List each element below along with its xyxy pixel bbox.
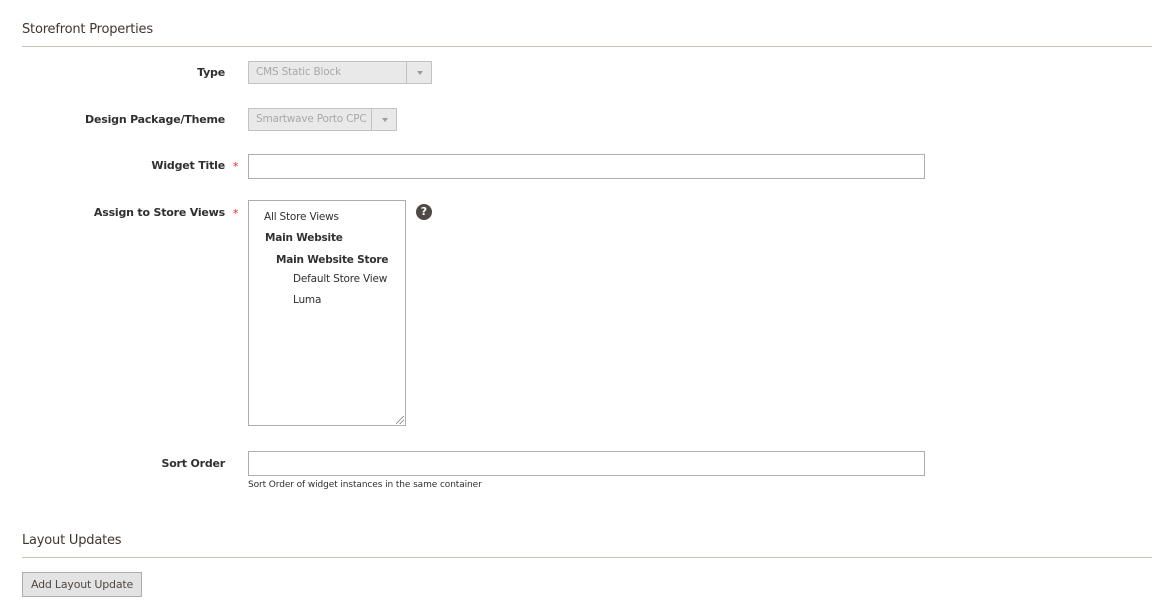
question-circle-icon[interactable]: ? — [416, 204, 432, 220]
store-views-label: Assign to Store Views — [93, 206, 225, 219]
chevron-down-icon — [371, 109, 396, 130]
design-theme-label: Design Package/Theme — [85, 113, 225, 126]
type-label: Type — [197, 66, 225, 79]
design-theme-select[interactable]: Smartwave Porto CPC — [248, 108, 397, 131]
option-luma[interactable]: Luma — [293, 294, 321, 306]
sort-order-note: Sort Order of widget instances in the sa… — [248, 480, 482, 490]
option-default-store-view[interactable]: Default Store View — [293, 273, 387, 285]
add-layout-update-button[interactable]: Add Layout Update — [22, 572, 142, 597]
widget-title-input[interactable] — [248, 154, 925, 179]
section-divider — [22, 46, 1152, 47]
widget-instance-form: Storefront Properties Type CMS Static Bl… — [0, 0, 1156, 612]
resize-handle[interactable] — [396, 416, 404, 424]
option-all-store-views[interactable]: All Store Views — [264, 211, 339, 223]
section-divider — [22, 557, 1152, 558]
widget-title-label: Widget Title — [151, 159, 225, 172]
optgroup-main-website-store: Main Website Store — [276, 254, 389, 266]
required-asterisk: * — [233, 160, 239, 173]
sort-order-input[interactable] — [248, 451, 925, 476]
layout-updates-title: Layout Updates — [22, 533, 122, 548]
type-select-value: CMS Static Block — [256, 66, 341, 78]
chevron-down-icon — [406, 62, 431, 83]
type-select[interactable]: CMS Static Block — [248, 61, 432, 84]
design-theme-value: Smartwave Porto CPC — [256, 113, 367, 125]
store-views-multiselect[interactable]: All Store Views Main Website Main Websit… — [248, 200, 406, 426]
optgroup-main-website: Main Website — [265, 232, 343, 244]
required-asterisk: * — [233, 207, 239, 220]
sort-order-label: Sort Order — [161, 457, 225, 470]
storefront-properties-title: Storefront Properties — [22, 22, 153, 37]
